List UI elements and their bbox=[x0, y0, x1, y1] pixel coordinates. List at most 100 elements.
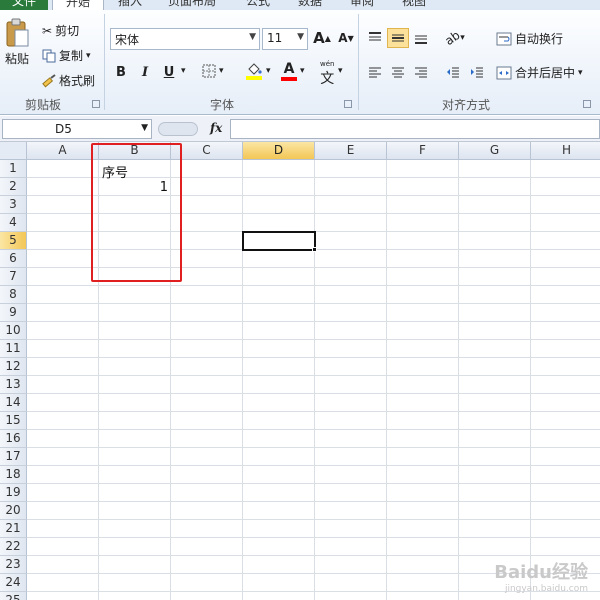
fill-handle[interactable] bbox=[312, 247, 317, 252]
align-left-button[interactable] bbox=[364, 62, 386, 82]
bold-button[interactable]: B bbox=[111, 62, 131, 82]
row-header-25[interactable]: 25 bbox=[0, 592, 27, 600]
row-header-21[interactable]: 21 bbox=[0, 520, 27, 538]
column-header-h[interactable]: H bbox=[531, 142, 600, 160]
row-header-17[interactable]: 17 bbox=[0, 448, 27, 466]
borders-button[interactable]: ▾ bbox=[202, 64, 224, 78]
column-header-e[interactable]: E bbox=[315, 142, 387, 160]
alignment-launcher-icon[interactable] bbox=[583, 100, 591, 108]
formula-input[interactable] bbox=[230, 119, 600, 139]
align-bottom-button[interactable] bbox=[410, 28, 432, 48]
row-header-6[interactable]: 6 bbox=[0, 250, 27, 268]
row-header-14[interactable]: 14 bbox=[0, 394, 27, 412]
insert-function-button[interactable]: fx bbox=[210, 121, 222, 135]
align-left-icon bbox=[369, 67, 381, 78]
align-middle-icon bbox=[392, 34, 404, 42]
row-header-20[interactable]: 20 bbox=[0, 502, 27, 520]
font-color-button[interactable]: A bbox=[281, 61, 297, 81]
row-header-15[interactable]: 15 bbox=[0, 412, 27, 430]
column-header-a[interactable]: A bbox=[27, 142, 99, 160]
align-right-button[interactable] bbox=[410, 62, 432, 82]
row-header-9[interactable]: 9 bbox=[0, 304, 27, 322]
tab-insert[interactable]: 插入 bbox=[118, 0, 142, 10]
tab-view[interactable]: 视图 bbox=[402, 0, 426, 10]
orientation-button[interactable]: ab ▾ bbox=[442, 27, 466, 49]
row-header-7[interactable]: 7 bbox=[0, 268, 27, 286]
copy-button[interactable]: 复制 ▾ bbox=[42, 47, 91, 64]
font-color-dropdown[interactable]: ▾ bbox=[300, 66, 305, 76]
clipboard-launcher-icon[interactable] bbox=[92, 100, 100, 108]
watermark-url: jingyan.baidu.com bbox=[504, 584, 588, 594]
tab-data[interactable]: 数据 bbox=[298, 0, 322, 10]
chevron-down-icon: ▾ bbox=[181, 66, 186, 76]
tab-page-layout[interactable]: 页面布局 bbox=[168, 0, 216, 10]
wrap-text-button[interactable]: 自动换行 bbox=[496, 30, 563, 47]
tab-home[interactable]: 开始 bbox=[52, 0, 104, 10]
row-header-24[interactable]: 24 bbox=[0, 574, 27, 592]
chevron-down-icon: ▾ bbox=[219, 66, 224, 76]
underline-button[interactable]: U bbox=[159, 62, 179, 82]
chevron-down-icon[interactable]: ▾ bbox=[86, 51, 91, 61]
row-header-5[interactable]: 5 bbox=[0, 232, 27, 250]
active-cell-d5[interactable] bbox=[242, 231, 316, 251]
merge-center-button[interactable]: 合并后居中 ▾ bbox=[496, 64, 583, 81]
font-launcher-icon[interactable] bbox=[344, 100, 352, 108]
phonetic-dropdown[interactable]: ▾ bbox=[338, 66, 343, 76]
italic-button[interactable]: I bbox=[135, 62, 155, 82]
align-top-button[interactable] bbox=[364, 28, 386, 48]
grow-font-button[interactable]: A ▲ bbox=[312, 28, 332, 48]
watermark: Baidu经验 jingyan.baidu.com bbox=[494, 558, 588, 594]
tab-formulas[interactable]: 公式 bbox=[246, 0, 270, 10]
alignment-group-label: 对齐方式 bbox=[441, 98, 490, 112]
row-header-22[interactable]: 22 bbox=[0, 538, 27, 556]
worksheet-grid[interactable]: ABCDEFGH 1 2 3 4 5 6 7 8 9 10 11 12 13 14 15 16 17 18 19 20… bbox=[0, 142, 600, 600]
row-header-10[interactable]: 10 bbox=[0, 322, 27, 340]
align-top-icon bbox=[369, 32, 381, 41]
cut-button[interactable]: ✂ 剪切 bbox=[42, 22, 79, 39]
align-middle-button[interactable] bbox=[387, 28, 409, 48]
font-size-select[interactable]: 11 ▼ bbox=[262, 28, 308, 50]
chevron-down-icon: ▼ bbox=[141, 123, 148, 133]
font-name-select[interactable]: 宋体 ▼ bbox=[110, 28, 260, 50]
row-header-18[interactable]: 18 bbox=[0, 466, 27, 484]
row-gridline bbox=[27, 447, 600, 448]
increase-indent-button[interactable] bbox=[466, 62, 488, 82]
clipboard-group-label: 剪贴板 bbox=[24, 98, 61, 112]
row-header-23[interactable]: 23 bbox=[0, 556, 27, 574]
decrease-indent-button[interactable] bbox=[442, 62, 464, 82]
name-box[interactable]: D5 ▼ bbox=[2, 119, 152, 139]
chevron-down-icon: ▾ bbox=[578, 67, 583, 78]
underline-dropdown[interactable]: ▾ bbox=[181, 66, 186, 76]
row-header-1[interactable]: 1 bbox=[0, 160, 27, 178]
row-header-11[interactable]: 11 bbox=[0, 340, 27, 358]
formula-bar-handle[interactable] bbox=[158, 122, 198, 136]
ribbon-tab-bar: 文件 开始 插入 页面布局 公式 数据 审阅 视图 bbox=[0, 0, 600, 10]
chevron-down-icon: ▼ bbox=[249, 32, 256, 42]
row-gridline bbox=[27, 429, 600, 430]
fill-color-button[interactable] bbox=[246, 62, 262, 80]
row-header-19[interactable]: 19 bbox=[0, 484, 27, 502]
row-header-13[interactable]: 13 bbox=[0, 376, 27, 394]
tab-review[interactable]: 审阅 bbox=[350, 0, 374, 10]
paint-bucket-icon bbox=[246, 62, 262, 76]
align-center-button[interactable] bbox=[387, 62, 409, 82]
column-header-f[interactable]: F bbox=[387, 142, 459, 160]
row-header-12[interactable]: 12 bbox=[0, 358, 27, 376]
tab-file[interactable]: 文件 bbox=[0, 0, 48, 10]
row-header-2[interactable]: 2 bbox=[0, 178, 27, 196]
column-header-d[interactable]: D bbox=[243, 142, 315, 160]
row-header-16[interactable]: 16 bbox=[0, 430, 27, 448]
column-header-g[interactable]: G bbox=[459, 142, 531, 160]
paste-button[interactable]: 粘贴 bbox=[4, 18, 30, 67]
orientation-icon: ab bbox=[442, 27, 463, 49]
row-header-3[interactable]: 3 bbox=[0, 196, 27, 214]
format-painter-button[interactable]: 格式刷 bbox=[42, 72, 95, 89]
fill-color-dropdown[interactable]: ▾ bbox=[266, 66, 271, 76]
select-all-button[interactable] bbox=[0, 142, 27, 160]
shrink-font-button[interactable]: A ▼ bbox=[336, 28, 356, 48]
phonetic-button[interactable]: wén 文 bbox=[320, 60, 334, 88]
row-header-8[interactable]: 8 bbox=[0, 286, 27, 304]
formula-bar: D5 ▼ fx bbox=[0, 116, 600, 142]
chevron-down-icon: ▼ bbox=[297, 32, 304, 42]
row-header-4[interactable]: 4 bbox=[0, 214, 27, 232]
